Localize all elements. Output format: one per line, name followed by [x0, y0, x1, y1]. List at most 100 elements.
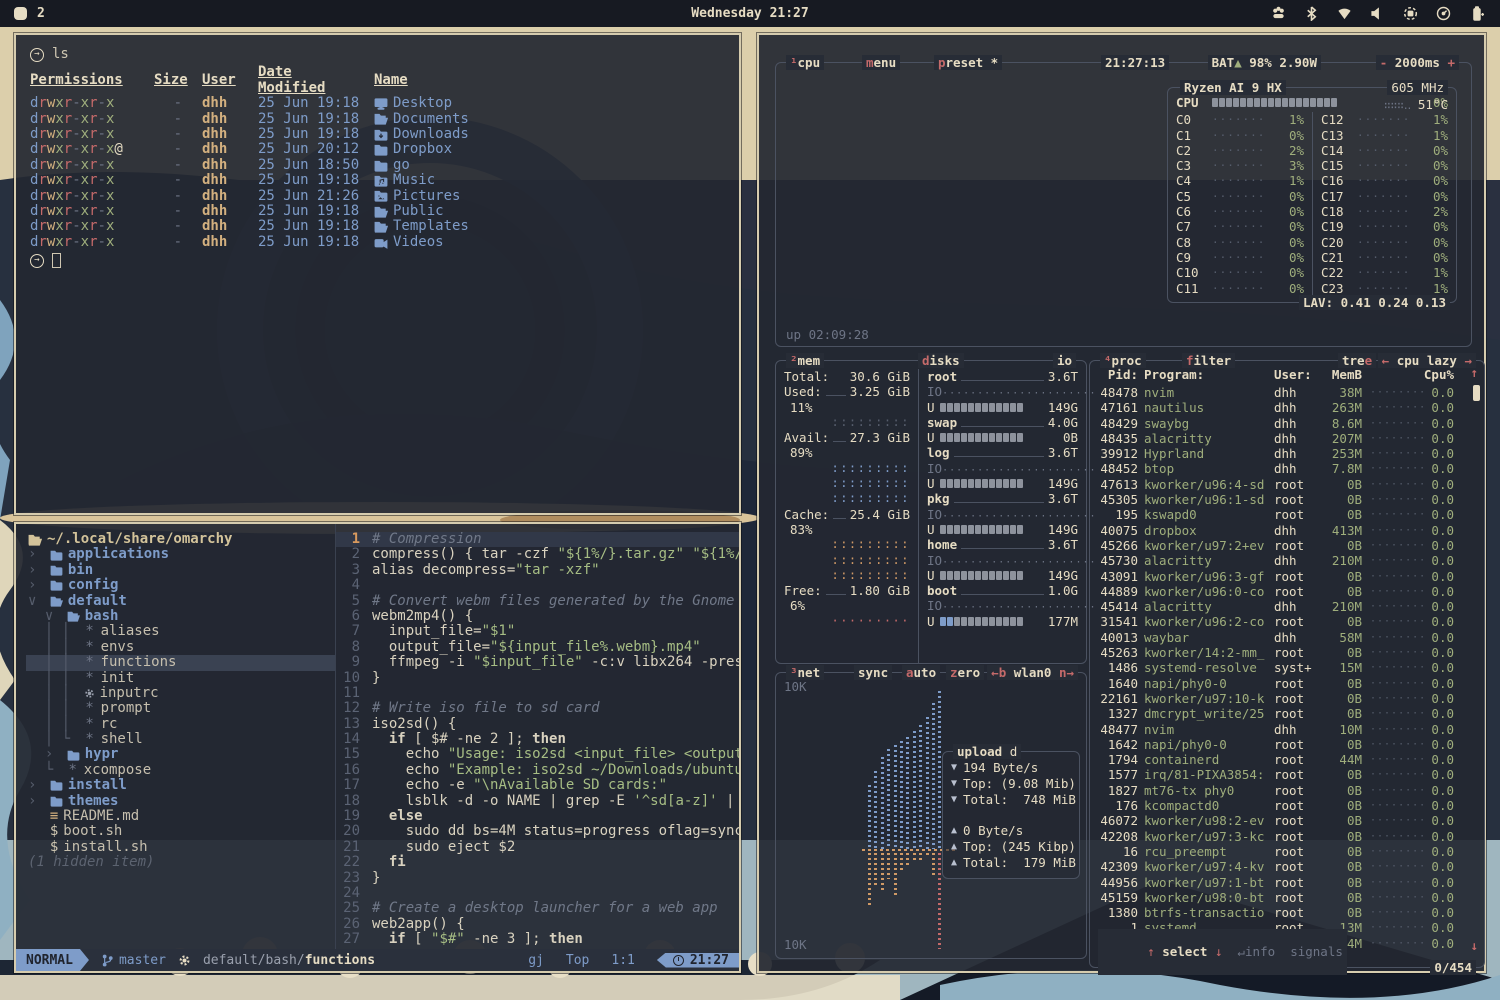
- screencast-icon[interactable]: [1403, 6, 1418, 21]
- process-row[interactable]: 40075dropboxdhh413M········0.0: [1090, 523, 1484, 538]
- process-row[interactable]: 1642napi/phy0-0root0B········0.0: [1090, 737, 1484, 752]
- editor-statusline: NORMAL master default/bash/functions gj …: [16, 949, 739, 971]
- git-branch[interactable]: master: [101, 953, 166, 968]
- process-row[interactable]: 48452btopdhh7.8M········0.0: [1090, 461, 1484, 476]
- menu-button[interactable]: menu: [862, 55, 900, 70]
- tree-item-readme.md[interactable]: ≡README.md: [26, 809, 335, 824]
- btop-window[interactable]: ¹cpu menu preset * 21:27:13 BAT▲ 98% 2.9…: [757, 33, 1486, 973]
- tree-item-envs[interactable]: │ │ *envs: [26, 640, 335, 655]
- workspace-indicator[interactable]: 2: [14, 6, 45, 21]
- process-row[interactable]: 45305kworker/u96:1-sdroot0B········0.0: [1090, 492, 1484, 507]
- process-row[interactable]: 195kswapd0root0B········0.0: [1090, 507, 1484, 522]
- editor-window[interactable]: ~/.local/share/omarchy› applications› bi…: [14, 522, 741, 973]
- statusline-clock: 21:27: [657, 953, 739, 968]
- process-row[interactable]: 46072kworker/u98:2-evroot0B········0.0: [1090, 813, 1484, 828]
- cpu-core-row: C20·············0%: [1312, 235, 1456, 250]
- disk-row: pkg3.6T: [919, 491, 1086, 506]
- sort-direction-arrow[interactable]: ↑: [1470, 365, 1478, 380]
- process-row[interactable]: 42208kworker/u97:3-kcroot0B········0.0: [1090, 829, 1484, 844]
- tree-item-xcompose[interactable]: └ *xcompose: [26, 763, 335, 778]
- wifi-icon[interactable]: [1337, 6, 1352, 21]
- gear-icon: [178, 954, 191, 967]
- tree-item-boot.sh[interactable]: $boot.sh: [26, 824, 335, 839]
- process-row[interactable]: 1577irq/81-PIXA3854:root0B········0.0: [1090, 767, 1484, 782]
- tree-item-themes[interactable]: › themes: [26, 794, 335, 809]
- process-row[interactable]: 1794containerdroot44M········0.0: [1090, 752, 1484, 767]
- tree-item-inputrc[interactable]: │ │ inputrc: [26, 686, 335, 701]
- tree-item--.local-share-omarchy[interactable]: ~/.local/share/omarchy: [26, 532, 335, 547]
- process-row[interactable]: 48435alacrittydhh207M········0.0: [1090, 431, 1484, 446]
- process-row[interactable]: 42309kworker/u97:4-kvroot0B········0.0: [1090, 859, 1484, 874]
- tree-item-default[interactable]: ∨ default: [26, 594, 335, 609]
- tree-item-functions[interactable]: │ │ *functions: [26, 655, 335, 670]
- process-row[interactable]: 43091kworker/u96:3-gfroot0B········0.0: [1090, 569, 1484, 584]
- bluetooth-icon[interactable]: [1304, 6, 1319, 21]
- preset-button[interactable]: preset *: [934, 55, 1002, 70]
- process-row[interactable]: 44889kworker/u96:0-coroot0B········0.0: [1090, 584, 1484, 599]
- proc-sort-selector[interactable]: ← cpu lazy →: [1378, 353, 1476, 368]
- tree-item-bin[interactable]: › bin: [26, 563, 335, 578]
- file-row: drwxr-xr-x-dhh25 Jun 18:50go: [30, 158, 725, 173]
- tree-item-init[interactable]: │ │ *init: [26, 671, 335, 686]
- updates-icon[interactable]: [1271, 6, 1286, 21]
- process-row[interactable]: 44956kworker/u97:1-btroot0B········0.0: [1090, 875, 1484, 890]
- terminal-window[interactable]: → ls PermissionsSizeUserDate ModifiedNam…: [14, 33, 741, 515]
- process-row[interactable]: 176kcompactd0root0B········0.0: [1090, 798, 1484, 813]
- volume-icon[interactable]: [1370, 6, 1385, 21]
- process-row[interactable]: 45159kworker/u98:0-btroot0B········0.0: [1090, 890, 1484, 905]
- process-row[interactable]: 1327dmcrypt_write/25root0B········0.0: [1090, 706, 1484, 721]
- folder-down-icon: [374, 129, 388, 141]
- tree-item-config[interactable]: › config: [26, 578, 335, 593]
- refresh-interval-control[interactable]: - 2000ms +: [1376, 55, 1459, 70]
- process-row[interactable]: 45266kworker/u97:2+evroot0B········0.0: [1090, 538, 1484, 553]
- tree-item-aliases[interactable]: │ │ *aliases: [26, 624, 335, 639]
- battery-charging-icon[interactable]: [1469, 6, 1484, 21]
- code-line: 9 ffmpeg -i "$input_file" -c:v libx264 -…: [336, 655, 739, 670]
- branch-icon: [101, 954, 114, 967]
- tab-proc[interactable]: ⁴proc: [1100, 353, 1146, 368]
- process-row[interactable]: 47613kworker/u96:4-sdroot0B········0.0: [1090, 477, 1484, 492]
- tree-item-prompt[interactable]: │ │ *prompt: [26, 701, 335, 716]
- tree-item-install[interactable]: › install: [26, 778, 335, 793]
- process-row[interactable]: 1640napi/phy0-0root0B········0.0: [1090, 676, 1484, 691]
- process-row[interactable]: 40013waybardhh58M········0.0: [1090, 630, 1484, 645]
- process-row[interactable]: 1486systemd-resolvesyst+15M········0.0: [1090, 660, 1484, 675]
- tree-item-install.sh[interactable]: $install.sh: [26, 840, 335, 855]
- code-pane[interactable]: 1# Compression2compress() { tar -czf "${…: [336, 524, 739, 949]
- tree-item-hypr[interactable]: › hypr: [26, 747, 335, 762]
- terminal-cursor[interactable]: [52, 253, 61, 268]
- process-row[interactable]: 1827mt76-tx phy0root0B········0.0: [1090, 783, 1484, 798]
- proc-filter-button[interactable]: filter: [1182, 353, 1235, 368]
- tab-disks[interactable]: disks: [918, 353, 964, 368]
- disk-row: root3.6T: [919, 369, 1086, 384]
- process-row[interactable]: 39912Hyprlanddhh253M········0.0: [1090, 446, 1484, 461]
- code-line: 25# Create a desktop launcher for a web …: [336, 901, 739, 916]
- scroll-down-arrow[interactable]: ↓: [1470, 938, 1478, 953]
- process-row[interactable]: 45730alacrittydhh210M········0.0: [1090, 553, 1484, 568]
- tab-cpu[interactable]: ¹cpu: [786, 55, 824, 70]
- process-row[interactable]: 45263kworker/14:2-mm_root0B········0.0: [1090, 645, 1484, 660]
- disk-row: swap4.0G: [919, 415, 1086, 430]
- process-row[interactable]: 47161nautilusdhh263M········0.0: [1090, 400, 1484, 415]
- process-table-header[interactable]: Pid:Program:User:MemBCpu%: [1090, 367, 1484, 383]
- process-row[interactable]: 1380btrfs-transactioroot0B········0.0: [1090, 905, 1484, 920]
- process-row[interactable]: 16rcu_preemptroot0B········0.0: [1090, 844, 1484, 859]
- process-row[interactable]: 48429swaybgdhh8.6M········0.0: [1090, 416, 1484, 431]
- tree-item-shell[interactable]: │ └ *shell: [26, 732, 335, 747]
- process-row[interactable]: 48478nvimdhh38M········0.0: [1090, 385, 1484, 400]
- tree-item-applications[interactable]: › applications: [26, 547, 335, 562]
- tree-item-rc[interactable]: │ │ *rc: [26, 717, 335, 732]
- proc-tree-toggle[interactable]: tree: [1338, 353, 1376, 368]
- process-row[interactable]: 22161kworker/u97:10-kroot0B········0.0: [1090, 691, 1484, 706]
- process-row[interactable]: 31541kworker/u96:2-coroot0B········0.0: [1090, 614, 1484, 629]
- tab-mem[interactable]: ²mem: [786, 353, 824, 368]
- process-row[interactable]: 48477nvimdhh10M········0.0: [1090, 722, 1484, 737]
- proc-scrollbar-thumb[interactable]: [1473, 385, 1480, 401]
- disks-io-label[interactable]: io: [1053, 353, 1076, 368]
- file-tree-pane[interactable]: ~/.local/share/omarchy› applications› bi…: [16, 524, 336, 949]
- process-row[interactable]: 45414alacrittydhh210M········0.0: [1090, 599, 1484, 614]
- idle-inhibitor-icon[interactable]: [1436, 6, 1451, 21]
- folder-icon: [374, 160, 388, 172]
- cpu-core-row: C3·············3%: [1168, 158, 1312, 173]
- folder-icon: [67, 750, 80, 761]
